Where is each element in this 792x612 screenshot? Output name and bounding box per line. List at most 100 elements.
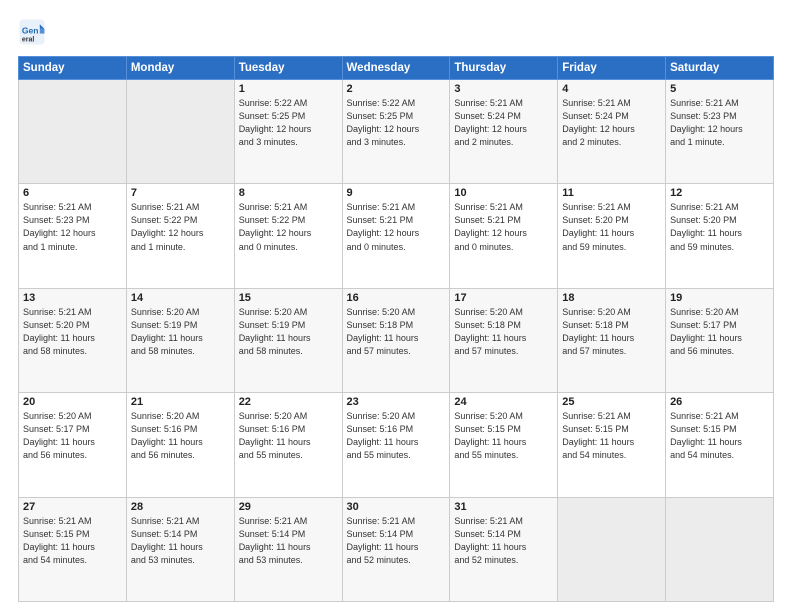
day-info: Sunrise: 5:21 AM Sunset: 5:14 PM Dayligh… [131, 515, 230, 567]
calendar-cell: 30Sunrise: 5:21 AM Sunset: 5:14 PM Dayli… [342, 497, 450, 601]
day-info: Sunrise: 5:20 AM Sunset: 5:16 PM Dayligh… [131, 410, 230, 462]
day-info: Sunrise: 5:21 AM Sunset: 5:23 PM Dayligh… [23, 201, 122, 253]
page: Gen eral SundayMondayTuesdayWednesdayThu… [0, 0, 792, 612]
day-number: 8 [239, 187, 338, 199]
calendar-cell: 2 Sunrise: 5:22 AM Sunset: 5:25 PM Daylig… [342, 80, 450, 184]
day-number: 13 [23, 292, 122, 304]
day-number: 27 [23, 501, 122, 513]
day-number: 17 [454, 292, 553, 304]
calendar-cell: 8 Sunrise: 5:21 AM Sunset: 5:22 PM Daylig… [234, 184, 342, 288]
day-info: Sunrise: 5:20 AM Sunset: 5:18 PM Dayligh… [347, 306, 446, 358]
weekday-header: Monday [126, 57, 234, 80]
day-number: 31 [454, 501, 553, 513]
day-info: Sunrise: 5:22 AM Sunset: 5:25 PM Dayligh… [347, 97, 446, 149]
calendar-cell: 5 Sunrise: 5:21 AM Sunset: 5:23 PM Daylig… [666, 80, 774, 184]
calendar-cell: 18Sunrise: 5:20 AM Sunset: 5:18 PM Dayli… [558, 288, 666, 392]
day-number: 23 [347, 396, 446, 408]
day-number: 3 [454, 83, 553, 95]
calendar-cell: 26Sunrise: 5:21 AM Sunset: 5:15 PM Dayli… [666, 393, 774, 497]
day-number: 7 [131, 187, 230, 199]
day-info: Sunrise: 5:20 AM Sunset: 5:19 PM Dayligh… [239, 306, 338, 358]
day-info: Sunrise: 5:21 AM Sunset: 5:21 PM Dayligh… [454, 201, 553, 253]
calendar-cell: 6 Sunrise: 5:21 AM Sunset: 5:23 PM Daylig… [19, 184, 127, 288]
day-number: 4 [562, 83, 661, 95]
day-info: Sunrise: 5:21 AM Sunset: 5:20 PM Dayligh… [562, 201, 661, 253]
calendar-cell: 1Sunrise: 5:22 AM Sunset: 5:25 PM Daylig… [234, 80, 342, 184]
calendar-cell: 25 Sunrise: 5:21 AM Sunset: 5:15 PM Dayli… [558, 393, 666, 497]
logo: Gen eral [18, 18, 50, 46]
calendar-cell: 28Sunrise: 5:21 AM Sunset: 5:14 PM Dayli… [126, 497, 234, 601]
day-info: Sunrise: 5:21 AM Sunset: 5:24 PM Dayligh… [454, 97, 553, 149]
day-info: Sunrise: 5:21 AM Sunset: 5:21 PM Dayligh… [347, 201, 446, 253]
day-number: 25 [562, 396, 661, 408]
day-number: 6 [23, 187, 122, 199]
day-info: Sunrise: 5:21 AM Sunset: 5:15 PM Dayligh… [670, 410, 769, 462]
svg-text:eral: eral [22, 36, 35, 43]
day-info: Sunrise: 5:21 AM Sunset: 5:23 PM Dayligh… [670, 97, 769, 149]
day-number: 1 [239, 83, 338, 95]
day-number: 9 [347, 187, 446, 199]
calendar-cell: 19 Sunrise: 5:20 AM Sunset: 5:17 PM Dayli… [666, 288, 774, 392]
calendar-cell: 10Sunrise: 5:21 AM Sunset: 5:21 PM Dayli… [450, 184, 558, 288]
day-number: 21 [131, 396, 230, 408]
day-number: 2 [347, 83, 446, 95]
calendar-table: SundayMondayTuesdayWednesdayThursdayFrid… [18, 56, 774, 602]
weekday-header: Sunday [19, 57, 127, 80]
calendar-cell: 9 Sunrise: 5:21 AM Sunset: 5:21 PM Daylig… [342, 184, 450, 288]
day-info: Sunrise: 5:20 AM Sunset: 5:16 PM Dayligh… [347, 410, 446, 462]
day-info: Sunrise: 5:21 AM Sunset: 5:14 PM Dayligh… [239, 515, 338, 567]
day-info: Sunrise: 5:21 AM Sunset: 5:20 PM Dayligh… [23, 306, 122, 358]
calendar-cell: 11 Sunrise: 5:21 AM Sunset: 5:20 PM Dayli… [558, 184, 666, 288]
day-number: 30 [347, 501, 446, 513]
calendar-cell: 16Sunrise: 5:20 AM Sunset: 5:18 PM Dayli… [342, 288, 450, 392]
day-info: Sunrise: 5:21 AM Sunset: 5:24 PM Dayligh… [562, 97, 661, 149]
day-info: Sunrise: 5:20 AM Sunset: 5:17 PM Dayligh… [23, 410, 122, 462]
weekday-header: Tuesday [234, 57, 342, 80]
day-info: Sunrise: 5:20 AM Sunset: 5:16 PM Dayligh… [239, 410, 338, 462]
calendar-cell: 21 Sunrise: 5:20 AM Sunset: 5:16 PM Dayli… [126, 393, 234, 497]
calendar-cell [558, 497, 666, 601]
calendar-cell: 22Sunrise: 5:20 AM Sunset: 5:16 PM Dayli… [234, 393, 342, 497]
day-info: Sunrise: 5:21 AM Sunset: 5:22 PM Dayligh… [131, 201, 230, 253]
day-info: Sunrise: 5:21 AM Sunset: 5:15 PM Dayligh… [23, 515, 122, 567]
day-number: 12 [670, 187, 769, 199]
calendar-cell: 3 Sunrise: 5:21 AM Sunset: 5:24 PM Daylig… [450, 80, 558, 184]
calendar-cell: 17 Sunrise: 5:20 AM Sunset: 5:18 PM Dayli… [450, 288, 558, 392]
calendar-cell: 13 Sunrise: 5:21 AM Sunset: 5:20 PM Dayli… [19, 288, 127, 392]
calendar-cell: 7 Sunrise: 5:21 AM Sunset: 5:22 PM Daylig… [126, 184, 234, 288]
calendar-week-row: 27 Sunrise: 5:21 AM Sunset: 5:15 PM Dayli… [19, 497, 774, 601]
day-number: 15 [239, 292, 338, 304]
day-info: Sunrise: 5:20 AM Sunset: 5:19 PM Dayligh… [131, 306, 230, 358]
day-number: 19 [670, 292, 769, 304]
logo-icon: Gen eral [18, 18, 46, 46]
day-number: 29 [239, 501, 338, 513]
day-number: 11 [562, 187, 661, 199]
weekday-header: Thursday [450, 57, 558, 80]
day-number: 18 [562, 292, 661, 304]
day-number: 20 [23, 396, 122, 408]
day-info: Sunrise: 5:21 AM Sunset: 5:14 PM Dayligh… [454, 515, 553, 567]
day-info: Sunrise: 5:21 AM Sunset: 5:15 PM Dayligh… [562, 410, 661, 462]
calendar-cell: 4 Sunrise: 5:21 AM Sunset: 5:24 PM Daylig… [558, 80, 666, 184]
calendar-cell: 29 Sunrise: 5:21 AM Sunset: 5:14 PM Dayli… [234, 497, 342, 601]
calendar-cell: 27 Sunrise: 5:21 AM Sunset: 5:15 PM Dayli… [19, 497, 127, 601]
calendar-cell: 20 Sunrise: 5:20 AM Sunset: 5:17 PM Dayli… [19, 393, 127, 497]
calendar-week-row: 20 Sunrise: 5:20 AM Sunset: 5:17 PM Dayli… [19, 393, 774, 497]
day-info: Sunrise: 5:20 AM Sunset: 5:18 PM Dayligh… [454, 306, 553, 358]
svg-text:Gen: Gen [22, 26, 39, 36]
calendar-week-row: 1 Sunrise: 5:22 AM Sunset: 5:25 PM Daylig… [19, 80, 774, 184]
day-info: Sunrise: 5:20 AM Sunset: 5:17 PM Dayligh… [670, 306, 769, 358]
day-info: Sunrise: 5:20 AM Sunset: 5:15 PM Dayligh… [454, 410, 553, 462]
calendar-cell: 12 Sunrise: 5:21 AM Sunset: 5:20 PM Dayli… [666, 184, 774, 288]
calendar-week-row: 6 Sunrise: 5:21 AM Sunset: 5:23 PM Daylig… [19, 184, 774, 288]
day-info: Sunrise: 5:21 AM Sunset: 5:20 PM Dayligh… [670, 201, 769, 253]
calendar-cell: 14 Sunrise: 5:20 AM Sunset: 5:19 PM Dayli… [126, 288, 234, 392]
weekday-header: Wednesday [342, 57, 450, 80]
calendar-cell: 15 Sunrise: 5:20 AM Sunset: 5:19 PM Dayli… [234, 288, 342, 392]
day-number: 14 [131, 292, 230, 304]
day-info: Sunrise: 5:21 AM Sunset: 5:22 PM Dayligh… [239, 201, 338, 253]
day-number: 5 [670, 83, 769, 95]
day-number: 24 [454, 396, 553, 408]
calendar-cell [666, 497, 774, 601]
calendar-week-row: 13 Sunrise: 5:21 AM Sunset: 5:20 PM Dayli… [19, 288, 774, 392]
